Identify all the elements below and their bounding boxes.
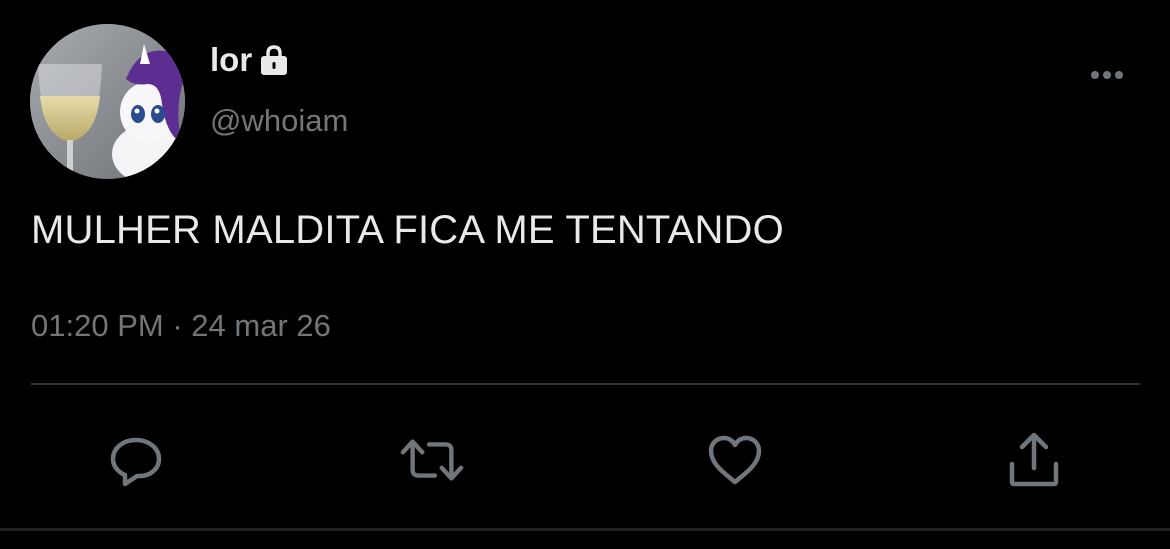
- display-name[interactable]: lor: [210, 41, 252, 79]
- tweet: lor @whoiam MULHER MALDITA FICA ME TENTA…: [0, 0, 1170, 549]
- user-handle[interactable]: @whoiam: [210, 103, 348, 139]
- like-button[interactable]: [703, 428, 767, 492]
- share-icon: [1009, 432, 1059, 487]
- more-options-button[interactable]: [1082, 58, 1132, 92]
- display-name-row: lor: [210, 40, 291, 80]
- reply-button[interactable]: [104, 428, 168, 492]
- tweet-time: 01:20 PM: [31, 308, 164, 343]
- reply-icon: [110, 437, 162, 487]
- meta-separator: ·: [172, 308, 183, 343]
- bottom-divider: [0, 528, 1170, 531]
- share-button[interactable]: [1002, 428, 1066, 492]
- retweet-icon: [400, 439, 464, 481]
- more-horizontal-icon: [1091, 71, 1123, 79]
- avatar[interactable]: [30, 24, 185, 179]
- tweet-date: 24 mar 26: [191, 308, 331, 343]
- heart-icon: [708, 435, 762, 485]
- tweet-text: MULHER MALDITA FICA ME TENTANDO: [31, 208, 784, 252]
- divider: [31, 383, 1140, 385]
- lock-icon: [257, 43, 291, 77]
- retweet-button[interactable]: [400, 428, 464, 492]
- tweet-timestamp[interactable]: 01:20 PM · 24 mar 26: [31, 308, 331, 344]
